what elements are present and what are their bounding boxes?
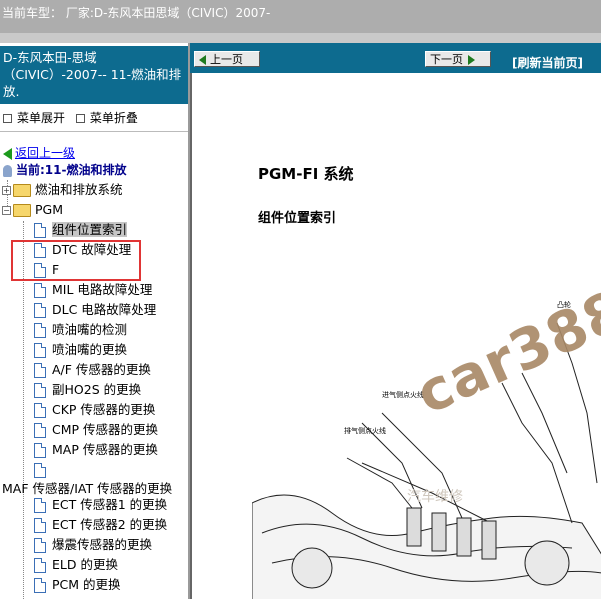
prev-page-label: 上一页 bbox=[210, 53, 243, 66]
tree-item[interactable] bbox=[34, 460, 52, 480]
menu-collapse-label: 菜单折叠 bbox=[89, 111, 138, 125]
menu-expand[interactable]: 菜单展开 bbox=[0, 108, 65, 128]
tree-item-label: 喷油嘴的检测 bbox=[52, 322, 128, 337]
highlight-box bbox=[11, 240, 141, 281]
tree-item-label: ECT 传感器2 的更换 bbox=[52, 517, 168, 532]
user-icon bbox=[3, 164, 12, 177]
document-icon bbox=[34, 443, 46, 458]
tree-item[interactable]: 爆震传感器的更换 bbox=[34, 535, 152, 555]
menu-controls: 菜单展开 菜单折叠 bbox=[0, 108, 138, 128]
tree-item[interactable]: A/F 传感器的更换 bbox=[34, 360, 151, 380]
tree-item-label: ELD 的更换 bbox=[52, 557, 118, 572]
tree-item[interactable]: 喷油嘴的更换 bbox=[34, 340, 127, 360]
window-title-bar: 当前车型： 厂家:D-东风本田思域（CIVIC）2007- bbox=[0, 0, 601, 33]
refresh-link[interactable]: [刷新当前页] bbox=[512, 54, 583, 71]
current-model-label: 当前车型： 厂家:D-东风本田思域（CIVIC）2007- bbox=[2, 6, 271, 20]
document-icon bbox=[34, 383, 46, 398]
current-section-label: 当前:11-燃油和排放 bbox=[16, 163, 127, 177]
tree-root-label: 燃油和排放系统 bbox=[35, 182, 123, 197]
plus-icon: + bbox=[2, 186, 11, 195]
document-icon bbox=[34, 423, 46, 438]
document-icon bbox=[34, 518, 46, 533]
tree-item[interactable]: 喷油嘴的检测 bbox=[34, 320, 127, 340]
folder-icon bbox=[13, 184, 31, 197]
next-page-label: 下一页 bbox=[430, 53, 463, 66]
document-icon bbox=[34, 363, 46, 378]
tree-item[interactable]: ECT 传感器2 的更换 bbox=[34, 515, 167, 535]
left-pane-header: D-东风本田-思域（CIVIC）-2007-- 11-燃油和排放. bbox=[0, 46, 188, 104]
tree-item[interactable]: 副HO2S 的更换 bbox=[34, 380, 141, 400]
tree-item-label: 爆震传感器的更换 bbox=[52, 537, 153, 552]
tree-item[interactable]: MAP 传感器的更换 bbox=[34, 440, 158, 460]
page-nav-bar: 上一页 下一页 [刷新当前页] bbox=[190, 43, 601, 73]
tree-item[interactable]: ELD 的更换 bbox=[34, 555, 118, 575]
document-icon bbox=[34, 403, 46, 418]
document-icon bbox=[34, 578, 46, 593]
document-view: PGM-FI 系统 组件位置索引 凸轮 进气侧点火线 排气侧点火线 汽车维修 c… bbox=[190, 73, 601, 599]
folder-open-icon bbox=[13, 204, 31, 217]
back-label: 返回上一级 bbox=[15, 146, 76, 160]
expand-icon bbox=[3, 113, 12, 123]
callout-label: 排气侧点火线 bbox=[344, 426, 386, 435]
document-icon bbox=[34, 538, 46, 553]
tree-item[interactable]: ECT 传感器1 的更换 bbox=[34, 495, 167, 515]
menu-collapse[interactable]: 菜单折叠 bbox=[73, 108, 138, 128]
tree-folder-label: PGM bbox=[35, 202, 64, 217]
tree-item[interactable]: 组件位置索引 bbox=[34, 220, 128, 240]
tree-item-label: MAF 传感器/IAT 传感器的更换 bbox=[2, 481, 173, 496]
divider bbox=[0, 131, 188, 132]
arrow-right-icon bbox=[468, 54, 475, 65]
tree-item-label: MIL 电路故障处理 bbox=[52, 282, 153, 297]
prev-page-button[interactable]: 上一页 bbox=[194, 51, 260, 67]
document-icon bbox=[34, 343, 46, 358]
tree-node-root[interactable]: + 燃油和排放系统 bbox=[2, 180, 123, 200]
tree-item-label: DLC 电路故障处理 bbox=[52, 302, 157, 317]
section-title: 组件位置索引 bbox=[258, 211, 337, 226]
tree-item[interactable]: DLC 电路故障处理 bbox=[34, 300, 156, 320]
document-icon bbox=[34, 323, 46, 338]
collapse-icon bbox=[75, 113, 85, 123]
tree-item[interactable]: MIL 电路故障处理 bbox=[34, 280, 152, 300]
document-icon bbox=[34, 463, 46, 478]
tree-item[interactable]: CMP 传感器的更换 bbox=[34, 420, 158, 440]
left-nav-pane: D-东风本田-思域（CIVIC）-2007-- 11-燃油和排放. 菜单展开 菜… bbox=[0, 43, 190, 599]
tree-item-label: 组件位置索引 bbox=[52, 222, 128, 237]
current-section: 当前:11-燃油和排放 bbox=[3, 161, 126, 179]
tree-item-label: A/F 传感器的更换 bbox=[52, 362, 151, 377]
tree-item-label: MAP 传感器的更换 bbox=[52, 442, 158, 457]
back-link[interactable]: 返回上一级 bbox=[3, 144, 75, 162]
tree-item-label: CMP 传感器的更换 bbox=[52, 422, 159, 437]
tree-item[interactable]: PCM 的更换 bbox=[34, 575, 121, 595]
tree-item[interactable]: CKP 传感器的更换 bbox=[34, 400, 155, 420]
document-icon bbox=[34, 283, 46, 298]
content-pane: 上一页 下一页 [刷新当前页] PGM-FI 系统 组件位置索引 凸轮 进气侧点… bbox=[190, 43, 601, 599]
watermark-small: 汽车维修 bbox=[407, 488, 463, 505]
tree-item-label: 喷油嘴的更换 bbox=[52, 342, 128, 357]
document-icon bbox=[34, 223, 46, 238]
document-icon bbox=[34, 498, 46, 513]
frame-gap bbox=[0, 33, 601, 43]
page-title: PGM-FI 系统 bbox=[258, 165, 354, 183]
tree-item-label: ECT 传感器1 的更换 bbox=[52, 497, 168, 512]
document-icon bbox=[34, 558, 46, 573]
tree-node-pgm[interactable]: − PGM bbox=[2, 200, 63, 220]
next-page-button[interactable]: 下一页 bbox=[425, 51, 491, 67]
document-icon bbox=[34, 303, 46, 318]
minus-icon: − bbox=[2, 206, 11, 215]
arrow-left-icon bbox=[199, 54, 206, 65]
tree-item-label: PCM 的更换 bbox=[52, 577, 121, 592]
arrow-left-icon bbox=[3, 147, 12, 160]
tree-item-label: 副HO2S 的更换 bbox=[52, 382, 142, 397]
menu-expand-label: 菜单展开 bbox=[17, 111, 66, 125]
tree-item-label: CKP 传感器的更换 bbox=[52, 402, 156, 417]
